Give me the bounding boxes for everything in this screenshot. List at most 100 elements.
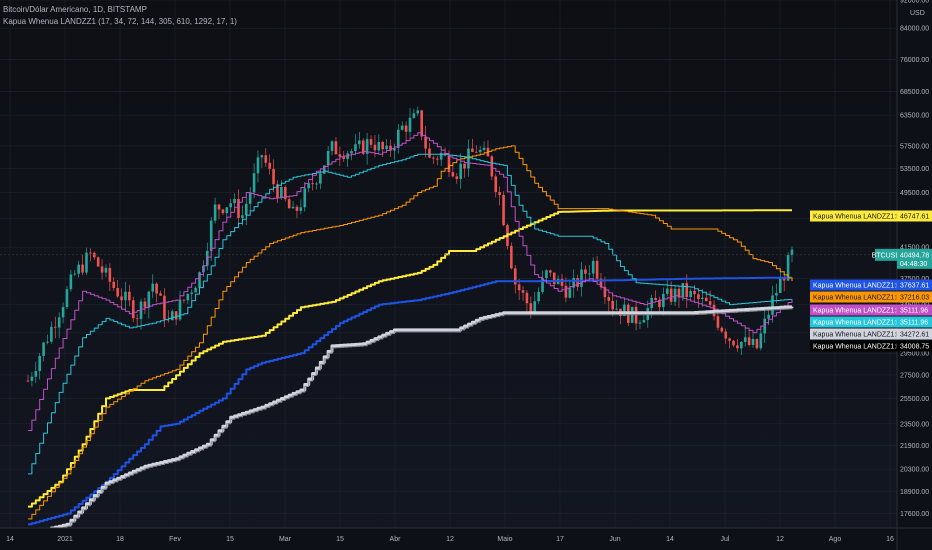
candle-body	[260, 155, 264, 158]
candle-body	[186, 293, 190, 301]
candle-body	[568, 287, 572, 298]
candle-body	[135, 318, 139, 320]
candle-body	[689, 290, 692, 298]
candle-body	[272, 168, 275, 185]
y-tick-label: 23500.00	[900, 421, 929, 428]
candle-body	[244, 203, 248, 216]
y-tick-label: 84000.00	[900, 26, 929, 33]
candle-body	[354, 144, 357, 152]
x-tick-label: Abr	[390, 536, 402, 543]
candle-body	[287, 199, 291, 209]
series-line	[28, 305, 794, 536]
candle-body	[545, 270, 548, 279]
x-tick-label: 14	[6, 536, 14, 543]
x-tick-label: 15	[336, 536, 344, 543]
candle-body	[26, 380, 30, 382]
candle-body	[108, 267, 112, 282]
candle-body	[432, 157, 435, 159]
candle-body	[81, 264, 84, 273]
candle-body	[716, 316, 720, 328]
candle-body	[217, 204, 221, 210]
candle-body	[229, 203, 232, 208]
candle-body	[163, 295, 166, 320]
candle-body	[377, 142, 381, 151]
x-tick-label: 12	[446, 536, 454, 543]
y-tick-label: 76000.00	[900, 57, 929, 64]
y-tick-label: 27500.00	[900, 372, 929, 379]
candle-body	[131, 300, 135, 319]
candle-body	[681, 283, 685, 298]
candle-body	[693, 290, 696, 295]
candle-body	[174, 311, 178, 320]
candle-body	[159, 293, 162, 296]
candle-body	[381, 142, 385, 150]
chart-symbol-title[interactable]: Bitcoin/Dólar Americano, 1D, BITSTAMP	[3, 5, 147, 14]
candle-body	[319, 173, 322, 184]
candle-body	[701, 297, 704, 300]
y-tick-label: 21900.00	[900, 443, 929, 450]
series-value-tag: 37216.03	[900, 295, 929, 302]
candle-body	[38, 355, 41, 372]
candle-body	[303, 188, 307, 208]
candle-body	[233, 198, 236, 204]
candle-body	[225, 207, 229, 214]
candle-body	[779, 278, 782, 293]
candle-body	[775, 292, 778, 296]
candle-body	[747, 337, 751, 346]
x-tick-label: Mar	[279, 536, 292, 543]
candle-body	[525, 292, 529, 304]
candle-body	[147, 291, 151, 308]
candle-body	[521, 290, 525, 293]
candle-body	[155, 283, 158, 294]
series-value-tag: 35111.96	[900, 320, 928, 327]
candle-body	[34, 371, 38, 377]
candle-body	[30, 376, 34, 381]
x-tick-label: Ago	[829, 536, 842, 543]
candle-body	[85, 252, 88, 273]
candle-body	[588, 273, 591, 275]
chart-canvas[interactable]: 92000.00 84000.00 76000.00 68500.00 63500.00…	[0, 0, 932, 550]
y-tick-label: 29500.00	[900, 351, 929, 358]
candle-body	[474, 151, 478, 153]
candle-body	[564, 285, 568, 298]
price-chart[interactable]: 92000.00 84000.00 76000.00 68500.00 63500.00…	[0, 0, 932, 550]
candle-body	[720, 327, 724, 332]
y-tick-label: 49500.00	[900, 190, 929, 197]
candle-body	[151, 283, 155, 292]
candle-body	[143, 301, 147, 308]
candle-body	[759, 333, 763, 349]
series-line-shadow	[28, 308, 793, 537]
candle-body	[665, 288, 669, 294]
candle-body	[128, 291, 131, 301]
candle-body	[412, 113, 416, 118]
candle-body	[61, 307, 65, 318]
candle-body	[89, 252, 92, 254]
candle-body	[591, 260, 595, 274]
candle-body	[478, 149, 482, 153]
candle-body	[178, 299, 182, 320]
candle-body	[291, 206, 295, 209]
currency-label: USD	[910, 10, 925, 17]
candle-body	[295, 206, 299, 211]
candle-body	[46, 341, 49, 343]
candle-body	[190, 292, 194, 294]
candle-body	[116, 287, 119, 297]
candle-body	[642, 319, 646, 323]
candle-body	[280, 187, 283, 199]
candle-body	[221, 209, 225, 214]
indicator-legend[interactable]: Kapua Whenua LANDZZ1 (17, 34, 72, 144, 3…	[3, 17, 237, 26]
x-tick-label: Maio	[497, 536, 512, 543]
candle-body	[428, 148, 431, 158]
candle-body	[611, 300, 614, 310]
candle-body	[447, 155, 451, 173]
y-tick-label: 63500.00	[900, 113, 929, 120]
candle-body	[69, 274, 73, 290]
y-tick-label: 20300.00	[900, 467, 929, 474]
candle-body	[560, 278, 564, 286]
candle-body	[751, 338, 755, 346]
candle-body	[654, 297, 657, 301]
candle-body	[252, 173, 256, 193]
candle-body	[96, 257, 100, 267]
candle-body	[338, 154, 342, 157]
candle-body	[463, 163, 466, 169]
